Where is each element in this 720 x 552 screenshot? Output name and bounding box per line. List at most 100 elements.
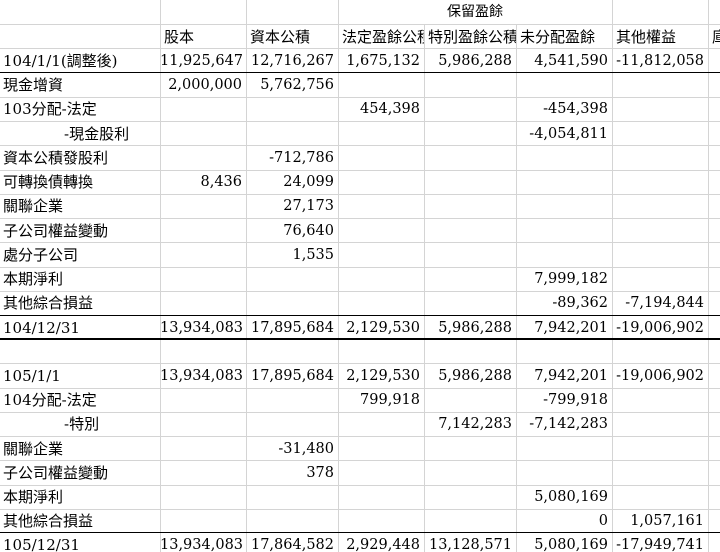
table-cell[interactable]: -89,362 (516, 291, 612, 315)
table-cell[interactable] (246, 122, 338, 146)
table-cell[interactable] (160, 291, 246, 315)
table-cell[interactable] (160, 485, 246, 509)
table-cell[interactable]: 17,895,684 (246, 316, 338, 340)
table-cell[interactable]: 1,057,161 (612, 509, 708, 533)
row-label[interactable]: 子公司權益變動 (0, 461, 160, 485)
table-cell[interactable] (160, 146, 246, 170)
table-cell[interactable]: 454,398 (338, 97, 424, 121)
table-cell[interactable] (246, 412, 338, 436)
table-cell[interactable] (160, 243, 246, 267)
table-cell[interactable] (424, 291, 516, 315)
table-cell[interactable]: -712,786 (246, 146, 338, 170)
row-label[interactable] (0, 340, 160, 364)
table-cell[interactable] (612, 73, 708, 97)
row-label[interactable]: 可轉換債轉換 (0, 170, 160, 194)
table-cell[interactable] (424, 122, 516, 146)
table-cell[interactable] (516, 461, 612, 485)
table-cell[interactable] (338, 485, 424, 509)
row-label[interactable]: 104/1/1(調整後) (0, 49, 160, 73)
table-cell[interactable]: -19,006,902 (612, 316, 708, 340)
table-cell[interactable] (338, 243, 424, 267)
table-cell[interactable] (516, 194, 612, 218)
table-cell[interactable] (160, 388, 246, 412)
table-cell[interactable] (338, 170, 424, 194)
table-cell[interactable] (612, 340, 708, 364)
table-cell[interactable] (612, 485, 708, 509)
row-label[interactable]: 其他綜合損益 (0, 291, 160, 315)
table-cell[interactable]: 7,999,182 (516, 267, 612, 291)
table-cell[interactable] (338, 194, 424, 218)
table-cell[interactable]: 378 (246, 461, 338, 485)
table-cell[interactable]: 27,173 (246, 194, 338, 218)
table-cell[interactable]: 13,934,083 (160, 364, 246, 388)
table-cell[interactable]: 5,080,169 (516, 533, 612, 552)
table-cell[interactable] (246, 267, 338, 291)
table-cell[interactable] (424, 340, 516, 364)
table-cell[interactable]: 13,934,083 (160, 533, 246, 552)
table-cell[interactable] (516, 170, 612, 194)
table-cell[interactable]: 7,942,201 (516, 364, 612, 388)
table-cell[interactable] (424, 219, 516, 243)
table-cell[interactable] (246, 340, 338, 364)
table-cell[interactable]: 5,986,288 (424, 316, 516, 340)
table-cell[interactable]: 13,128,571 (424, 533, 516, 552)
table-cell[interactable] (612, 388, 708, 412)
row-label[interactable]: 104分配-法定 (0, 388, 160, 412)
table-cell[interactable]: -799,918 (516, 388, 612, 412)
table-cell[interactable] (160, 267, 246, 291)
table-cell[interactable] (516, 73, 612, 97)
table-cell[interactable] (424, 194, 516, 218)
table-cell[interactable] (516, 219, 612, 243)
table-cell[interactable] (338, 340, 424, 364)
table-cell[interactable] (338, 267, 424, 291)
table-cell[interactable]: -11,812,058 (612, 49, 708, 73)
table-cell[interactable]: 5,986,288 (424, 49, 516, 73)
row-label[interactable]: 本期淨利 (0, 485, 160, 509)
table-cell[interactable] (160, 437, 246, 461)
table-cell[interactable] (160, 97, 246, 121)
table-cell[interactable] (338, 509, 424, 533)
row-label[interactable]: 關聯企業 (0, 194, 160, 218)
table-cell[interactable]: 2,129,530 (338, 364, 424, 388)
table-cell[interactable] (516, 340, 612, 364)
table-cell[interactable] (424, 146, 516, 170)
table-cell[interactable] (424, 509, 516, 533)
table-cell[interactable]: -4,054,811 (516, 122, 612, 146)
table-cell[interactable] (516, 146, 612, 170)
table-cell[interactable]: 12,716,267 (246, 49, 338, 73)
table-cell[interactable]: 7,942,201 (516, 316, 612, 340)
table-cell[interactable] (338, 461, 424, 485)
table-cell[interactable] (246, 485, 338, 509)
row-label[interactable]: 本期淨利 (0, 267, 160, 291)
table-cell[interactable] (424, 461, 516, 485)
table-cell[interactable]: 1,535 (246, 243, 338, 267)
table-cell[interactable] (612, 219, 708, 243)
table-cell[interactable] (424, 267, 516, 291)
table-cell[interactable]: 799,918 (338, 388, 424, 412)
table-cell[interactable] (338, 73, 424, 97)
table-cell[interactable] (338, 291, 424, 315)
table-cell[interactable]: 7,142,283 (424, 412, 516, 436)
table-cell[interactable] (160, 219, 246, 243)
table-cell[interactable]: 13,934,083 (160, 316, 246, 340)
table-cell[interactable] (612, 412, 708, 436)
row-label[interactable]: -特別 (0, 412, 160, 436)
table-cell[interactable] (160, 412, 246, 436)
table-cell[interactable] (246, 388, 338, 412)
row-label[interactable]: -現金股利 (0, 122, 160, 146)
row-label[interactable]: 104/12/31 (0, 316, 160, 340)
table-cell[interactable] (612, 267, 708, 291)
table-cell[interactable] (424, 73, 516, 97)
table-cell[interactable] (246, 97, 338, 121)
table-cell[interactable]: -7,142,283 (516, 412, 612, 436)
table-cell[interactable]: 4,541,590 (516, 49, 612, 73)
table-cell[interactable] (338, 412, 424, 436)
table-cell[interactable] (424, 97, 516, 121)
row-label[interactable]: 其他綜合損益 (0, 509, 160, 533)
table-cell[interactable]: 17,895,684 (246, 364, 338, 388)
table-cell[interactable]: 5,986,288 (424, 364, 516, 388)
table-cell[interactable]: 2,000,000 (160, 73, 246, 97)
table-cell[interactable]: 76,640 (246, 219, 338, 243)
table-cell[interactable] (424, 243, 516, 267)
table-cell[interactable] (612, 97, 708, 121)
